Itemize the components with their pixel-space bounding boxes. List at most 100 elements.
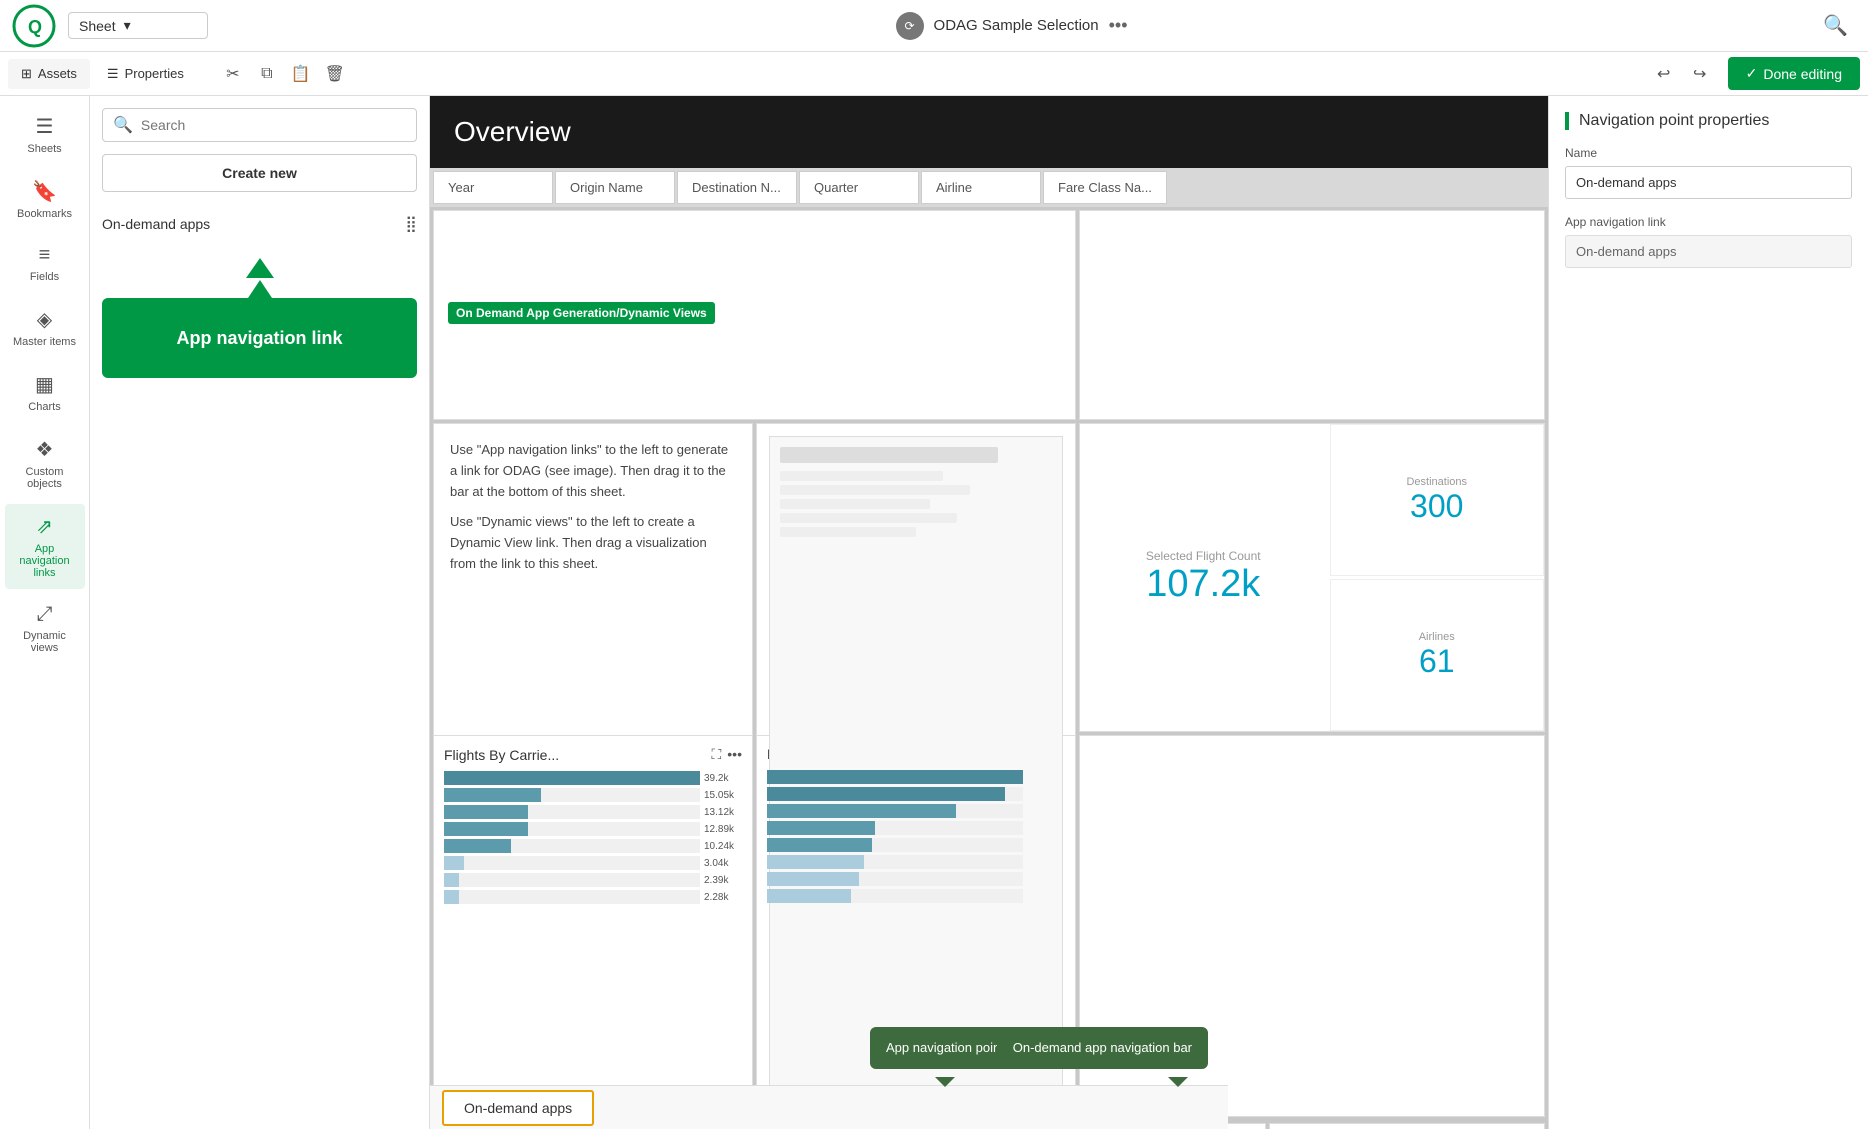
bar-row: 10.24k (444, 839, 742, 853)
sync-icon: ⟳ (896, 12, 924, 40)
top-right: 🔍 (1815, 5, 1856, 46)
bar-row: 2.39k (444, 873, 742, 887)
custom-objects-icon: ❖ (36, 437, 54, 462)
bar-track (767, 889, 1023, 903)
bar-track (444, 788, 700, 802)
overview-title: Overview (454, 116, 571, 147)
bar-fill (767, 821, 875, 835)
delete-icon[interactable]: 🗑 (319, 58, 351, 90)
redo-icon[interactable]: ↪ (1684, 58, 1716, 90)
sidebar-item-bookmarks[interactable]: 🔖 Bookmarks (5, 169, 85, 230)
chart-carrier-icons: ⛶ ••• (711, 746, 742, 763)
arrow-indicator (102, 258, 417, 278)
search-icon[interactable]: 🔍 (1815, 5, 1856, 46)
master-items-icon: ◈ (37, 307, 52, 332)
sheet-dropdown[interactable]: Sheet ▾ (68, 12, 208, 39)
preview-line-1 (780, 447, 998, 463)
info-text: Use "App navigation links" to the left t… (434, 424, 752, 601)
bar-track (767, 872, 1023, 886)
filter-year[interactable]: Year (433, 171, 553, 204)
more-icon[interactable]: ••• (727, 746, 742, 763)
odag-link[interactable]: On Demand App Generation/Dynamic Views (448, 302, 715, 324)
bar-row: 3.8k (767, 872, 1065, 886)
expand-icon[interactable]: ⛶ (711, 746, 721, 763)
sidebar-item-master-items[interactable]: ◈ Master items (5, 297, 85, 358)
fields-icon: ≡ (39, 244, 51, 267)
more-options-icon[interactable]: ••• (1109, 15, 1128, 36)
panel: 🔍 Create new On-demand apps ⣿ App naviga… (90, 96, 430, 1129)
bar-fill (444, 873, 459, 887)
dynamic-views-icon: ⤢ (37, 603, 53, 626)
link-readonly: On-demand apps (1565, 235, 1852, 268)
bottom-nav-bar: On-demand apps (430, 1085, 1228, 1129)
sidebar-item-dynamic-views[interactable]: ⤢ Dynamic views (5, 593, 85, 664)
odag-header-cell: On Demand App Generation/Dynamic Views (433, 210, 1076, 420)
filter-origin-name[interactable]: Origin Name (555, 171, 675, 204)
preview-line-2 (780, 471, 943, 481)
panel-section-header: On-demand apps ⣿ (102, 208, 417, 240)
bar-val-3: 12.89k (704, 824, 742, 835)
done-editing-button[interactable]: ✓ Done editing (1728, 57, 1860, 90)
bar-row: 39.2k (444, 771, 742, 785)
bar-fill (444, 771, 700, 785)
qlik-logo: Q (12, 4, 56, 48)
preview-line-3 (780, 485, 970, 495)
bar-val-5: 3.04k (704, 858, 742, 869)
bar-track (444, 771, 700, 785)
bar-track (444, 856, 700, 870)
bar-track (767, 787, 1023, 801)
name-prop-label: Name (1565, 146, 1852, 160)
search-box[interactable]: 🔍 (102, 108, 417, 142)
search-icon: 🔍 (113, 115, 133, 135)
filter-fare-class[interactable]: Fare Class Na... (1043, 171, 1167, 204)
chart-carrier: Flights By Carrie... ⛶ ••• 39.2k 15.05k (433, 735, 753, 1117)
search-input[interactable] (141, 117, 406, 133)
dynamic-views-label: Dynamic views (11, 630, 79, 654)
selected-value: 107.2k (1146, 563, 1260, 606)
checkmark-icon: ✓ (1746, 65, 1758, 82)
bar-fill (767, 838, 872, 852)
copy-icon[interactable]: ⧉ (251, 58, 283, 90)
undo-redo: ↩ ↪ (1648, 58, 1716, 90)
filter-airline-label: Airline (936, 180, 972, 195)
name-input[interactable] (1565, 166, 1852, 199)
master-items-label: Master items (13, 336, 76, 348)
bar-row: 4.36k (767, 838, 1065, 852)
create-new-label: Create new (222, 165, 297, 181)
filter-year-label: Year (448, 180, 474, 195)
destinations-label: Destinations (1406, 476, 1467, 488)
sidebar-item-sheets[interactable]: ☰ Sheets (5, 104, 85, 165)
name-field-group: Name (1565, 146, 1852, 199)
filter-quarter[interactable]: Quarter (799, 171, 919, 204)
link-prop-label: App navigation link (1565, 215, 1852, 229)
paste-icon[interactable]: 📋 (285, 58, 317, 90)
filter-destination[interactable]: Destination N... (677, 171, 797, 204)
sidebar-item-charts[interactable]: ▦ Charts (5, 362, 85, 423)
nav-link-card[interactable]: App navigation link (102, 298, 417, 378)
section-title: On-demand apps (102, 216, 210, 232)
assets-tab[interactable]: ⊞ Assets (8, 59, 90, 89)
right-panel: Navigation point properties Name App nav… (1548, 96, 1868, 1129)
cut-icon[interactable]: ✂ (217, 58, 249, 90)
sidebar-item-fields[interactable]: ≡ Fields (5, 234, 85, 293)
sidebar-item-app-nav[interactable]: ⇗ App navigation links (5, 504, 85, 589)
bar-val-0: 39.2k (704, 773, 742, 784)
sidebar-item-custom-objects[interactable]: ❖ Custom objects (5, 427, 85, 500)
charts-icon: ▦ (35, 372, 54, 397)
undo-icon[interactable]: ↩ (1648, 58, 1680, 90)
bar-track (767, 804, 1023, 818)
filter-fare-label: Fare Class Na... (1058, 180, 1152, 195)
bar-row: 2.28k (444, 890, 742, 904)
empty-cell (1079, 735, 1545, 1117)
sheets-icon: ☰ (36, 114, 54, 139)
create-new-button[interactable]: Create new (102, 154, 417, 192)
main-layout: ☰ Sheets 🔖 Bookmarks ≡ Fields ◈ Master i… (0, 96, 1868, 1129)
filter-airline[interactable]: Airline (921, 171, 1041, 204)
bar-fill (444, 822, 528, 836)
on-demand-apps-nav-item[interactable]: On-demand apps (442, 1090, 594, 1126)
destinations-value: 300 (1410, 488, 1463, 525)
properties-tab[interactable]: ☰ Properties (94, 59, 197, 89)
app-title: ODAG Sample Selection (934, 17, 1099, 34)
grid-icon[interactable]: ⣿ (405, 214, 417, 234)
top-bar: Q Sheet ▾ ⟳ ODAG Sample Selection ••• 🔍 (0, 0, 1868, 52)
